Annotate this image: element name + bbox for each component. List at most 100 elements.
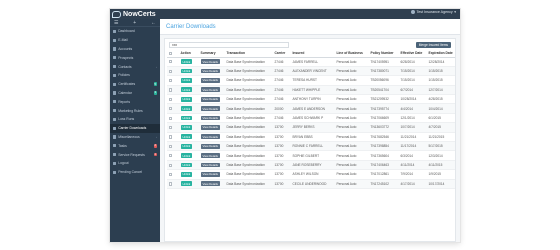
table-body: Unlink View Details Data Base Synchronizat… bbox=[167, 57, 455, 189]
expiration-date-cell: 1/15/2015 bbox=[427, 75, 455, 86]
row-checkbox[interactable] bbox=[168, 135, 172, 139]
table-row: Unlink View Details Data Base Synchronizat… bbox=[167, 122, 455, 133]
unlink-button[interactable]: Unlink bbox=[180, 87, 193, 93]
carrier-cell: 27446 bbox=[273, 57, 291, 67]
expiration-date-cell: 10/17/2014 bbox=[427, 179, 455, 189]
row-checkbox[interactable] bbox=[168, 69, 172, 73]
carrier-cell: 13700 bbox=[273, 132, 291, 143]
view-details-button[interactable]: View Details bbox=[200, 171, 220, 177]
sidebar-tools: ☰ + ← bbox=[110, 19, 160, 27]
unlink-button[interactable]: Unlink bbox=[180, 153, 193, 158]
row-checkbox[interactable] bbox=[168, 144, 172, 148]
row-checkbox[interactable] bbox=[168, 182, 172, 186]
view-details-button[interactable]: View Details bbox=[200, 59, 220, 65]
unlink-button[interactable]: Unlink bbox=[180, 106, 193, 112]
action-cell: Unlink bbox=[179, 179, 199, 189]
view-details-button[interactable]: View Details bbox=[200, 125, 220, 130]
effective-date-cell: 4/17/2014 bbox=[399, 179, 427, 189]
row-checkbox[interactable] bbox=[168, 97, 172, 101]
view-details-button[interactable]: View Details bbox=[200, 106, 220, 112]
sidebar-item-loss-runs[interactable]: Loss Runs bbox=[110, 115, 160, 124]
add-icon[interactable]: + bbox=[133, 20, 136, 26]
unlink-button[interactable]: Unlink bbox=[180, 115, 193, 121]
collapse-icon[interactable]: ← bbox=[151, 20, 156, 26]
unlink-button[interactable]: Unlink bbox=[180, 162, 193, 168]
row-checkbox[interactable] bbox=[168, 60, 172, 64]
row-checkbox[interactable] bbox=[168, 172, 172, 177]
view-details-button[interactable]: View Details bbox=[200, 134, 220, 140]
view-details-button[interactable]: View Details bbox=[200, 68, 220, 74]
summary-cell: View Details bbox=[199, 141, 225, 152]
sidebar-item-policies[interactable]: Policies bbox=[110, 71, 160, 80]
column-header[interactable] bbox=[167, 50, 179, 58]
sidebar-item-pending-cancel[interactable]: Pending Cancel bbox=[110, 168, 160, 177]
sidebar-item-certificates[interactable]: Certificates 5 bbox=[110, 80, 160, 89]
expiration-date-cell: 1/15/2015 bbox=[427, 66, 455, 77]
sidebar-item-label: Contacts bbox=[118, 64, 132, 69]
transaction-cell: Data Base Synchronization bbox=[225, 122, 273, 133]
unlink-button[interactable]: Unlink bbox=[180, 134, 193, 140]
sidebar-item-contacts[interactable]: Contacts ‹ bbox=[110, 62, 160, 71]
unlink-button[interactable]: Unlink bbox=[180, 181, 193, 187]
row-checkbox[interactable] bbox=[168, 88, 172, 92]
table-row: Unlink View Details Data Base Synchronizat… bbox=[167, 103, 455, 114]
view-details-button[interactable]: View Details bbox=[200, 115, 220, 121]
expiration-date-cell: 4/11/2015 bbox=[427, 160, 455, 171]
unlink-button[interactable]: Unlink bbox=[180, 78, 193, 83]
sidebar-item-marketing-rules[interactable]: Marketing Rules bbox=[110, 106, 160, 115]
sidebar-item-accounts[interactable]: Accounts bbox=[110, 45, 160, 54]
sidebar-item-service-requests[interactable]: Service Requests 1 bbox=[110, 150, 160, 159]
sidebar-item-carrier-downloads[interactable]: Carrier Downloads bbox=[110, 123, 160, 133]
insured-cell: TERESA HURST bbox=[291, 75, 335, 86]
unlink-button[interactable]: Unlink bbox=[180, 125, 193, 130]
transaction-cell: Data Base Synchronization bbox=[225, 66, 273, 77]
row-checkbox[interactable] bbox=[168, 107, 172, 111]
sidebar-item-logout[interactable]: Logout bbox=[110, 159, 160, 168]
row-checkbox[interactable] bbox=[168, 125, 172, 130]
unlink-button[interactable]: Unlink bbox=[180, 171, 193, 177]
sidebar-item-reports[interactable]: Reports bbox=[110, 97, 160, 106]
view-details-button[interactable]: View Details bbox=[200, 96, 220, 102]
filter-input[interactable]: xxx bbox=[169, 41, 289, 48]
unlink-button[interactable]: Unlink bbox=[180, 96, 193, 102]
sidebar-item-dashboard[interactable]: Dashboard bbox=[110, 27, 160, 36]
app-logo[interactable]: NowCerts bbox=[112, 9, 156, 19]
policy-number-cell: TN17398854 bbox=[369, 141, 399, 152]
sidebar-item-label: Logout bbox=[118, 161, 129, 166]
row-checkbox[interactable] bbox=[168, 163, 172, 167]
transaction-cell: Data Base Synchronization bbox=[225, 94, 273, 105]
sidebar-item-prospects[interactable]: Prospects bbox=[110, 53, 160, 62]
row-select-cell bbox=[167, 132, 179, 143]
row-checkbox[interactable] bbox=[168, 116, 172, 120]
row-select-cell bbox=[167, 150, 179, 161]
view-details-button[interactable]: View Details bbox=[200, 153, 220, 158]
dashboard-icon bbox=[113, 29, 117, 33]
view-details-button[interactable]: View Details bbox=[200, 181, 220, 187]
summary-cell: View Details bbox=[199, 113, 225, 124]
view-details-button[interactable]: View Details bbox=[200, 78, 220, 83]
carrier-downloads-icon bbox=[113, 126, 117, 130]
view-details-button[interactable]: View Details bbox=[200, 87, 220, 93]
row-checkbox[interactable] bbox=[168, 154, 172, 158]
view-details-button[interactable]: View Details bbox=[200, 143, 220, 149]
sidebar-item-miscellaneous[interactable]: Miscellaneous ‹ bbox=[110, 133, 160, 142]
sidebar-item-e-mail[interactable]: E-Mail bbox=[110, 36, 160, 45]
view-details-button[interactable]: View Details bbox=[200, 162, 220, 168]
sidebar-item-calendar[interactable]: Calendar 3 bbox=[110, 89, 160, 98]
transaction-cell: Data Base Synchronization bbox=[225, 160, 273, 171]
agency-menu[interactable]: Test Insurance Agency ▾ bbox=[411, 10, 456, 14]
sidebar-item-tasks[interactable]: Tasks 2 bbox=[110, 141, 160, 150]
row-select-cell bbox=[167, 66, 179, 77]
table-row: Unlink View Details Data Base Synchronizat… bbox=[167, 85, 455, 96]
sidebar-item-label: Reports bbox=[118, 99, 131, 104]
table-row: Unlink View Details Data Base Synchronizat… bbox=[167, 169, 455, 180]
select-all-checkbox[interactable] bbox=[168, 51, 172, 55]
carrier-cell: 13700 bbox=[273, 141, 291, 152]
menu-icon[interactable]: ☰ bbox=[114, 20, 118, 26]
unlink-button[interactable]: Unlink bbox=[180, 68, 193, 74]
table-row: Unlink View Details Data Base Synchronizat… bbox=[167, 75, 455, 86]
unlink-button[interactable]: Unlink bbox=[180, 143, 193, 149]
row-checkbox[interactable] bbox=[168, 79, 172, 83]
unlink-button[interactable]: Unlink bbox=[180, 59, 193, 65]
merge-insured-button[interactable]: Merge Insured Items bbox=[415, 41, 451, 48]
